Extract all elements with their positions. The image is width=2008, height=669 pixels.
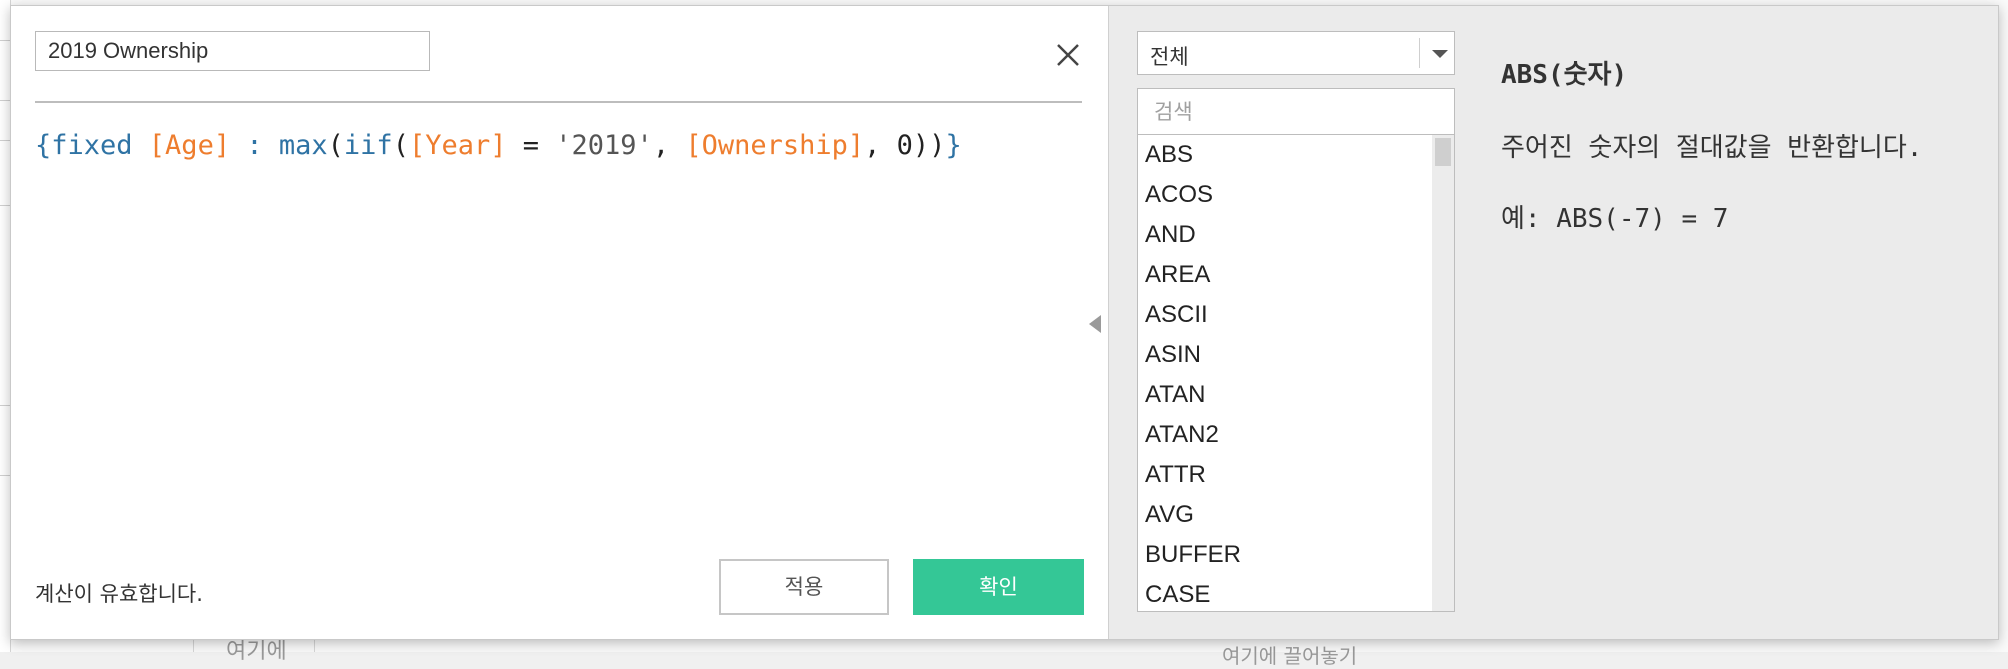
triangle-left-icon[interactable]	[1089, 315, 1101, 333]
function-description-body: 주어진 숫자의 절대값을 반환합니다.	[1501, 133, 1923, 163]
background-divider	[0, 405, 10, 406]
formula-token: }	[945, 130, 962, 161]
function-list-item[interactable]: ATAN2	[1145, 415, 1219, 455]
function-list-item[interactable]: BUFFER	[1145, 535, 1241, 575]
background-divider	[0, 140, 10, 141]
background-text: 여기에 끌어놓기	[1222, 644, 1358, 668]
calculation-editor-dialog: 2019 Ownership {fixed [Age] : max(iif([Y…	[10, 5, 1999, 640]
formula-token: [Ownership]	[685, 130, 865, 161]
status-message: 계산이 유효합니다.	[35, 582, 203, 606]
function-list-item[interactable]: AND	[1145, 215, 1196, 255]
formula-token: [Year]	[408, 130, 507, 161]
chevron-down-icon[interactable]	[1432, 50, 1448, 58]
formula-token: iif	[343, 130, 393, 161]
formula-token: =	[506, 130, 556, 161]
calculation-name-field[interactable]: 2019 Ownership	[35, 31, 430, 71]
close-icon[interactable]	[1054, 41, 1082, 69]
function-list-item[interactable]: ATTR	[1145, 455, 1206, 495]
formula-token: ,	[652, 130, 686, 161]
background-divider	[0, 205, 10, 206]
function-search-input[interactable]	[1137, 88, 1455, 135]
function-list[interactable]: ABS ACOS AND AREA ASCII ASIN ATAN ATAN2 ATTR AVG B…	[1137, 135, 1455, 612]
function-list-item[interactable]: AREA	[1145, 255, 1210, 295]
function-list-item[interactable]: CASE	[1145, 575, 1210, 611]
formula-token: :	[230, 130, 279, 161]
list-scrollbar[interactable]	[1432, 135, 1454, 611]
formula-token: (	[327, 130, 344, 161]
function-list-item[interactable]: ASIN	[1145, 335, 1201, 375]
scrollbar-thumb[interactable]	[1435, 138, 1451, 166]
function-list-item[interactable]: ATAN	[1145, 375, 1205, 415]
function-list-item[interactable]: AVG	[1145, 495, 1194, 535]
formula-pane: 2019 Ownership {fixed [Age] : max(iif([Y…	[11, 6, 1109, 639]
apply-button[interactable]: 적용	[719, 559, 889, 615]
category-select-value: 전체	[1150, 45, 1189, 69]
function-description-example: 예: ABS(-7) = 7	[1501, 204, 1729, 234]
select-separator	[1419, 38, 1420, 68]
background-divider	[0, 40, 10, 41]
formula-token: [Age]	[148, 130, 231, 161]
formula-token: max	[278, 130, 328, 161]
ok-button[interactable]: 확인	[913, 559, 1084, 615]
function-list-item[interactable]: ABS	[1145, 135, 1193, 175]
formula-token: (	[392, 130, 409, 161]
function-reference-pane: 전체 ABSACOSANDAREAASCIIASINATANATAN2ATTRA…	[1109, 6, 1998, 639]
formula-token: , 0))	[864, 130, 946, 161]
function-list-item[interactable]: ASCII	[1145, 295, 1208, 335]
function-list-item[interactable]: ACOS	[1145, 175, 1213, 215]
formula-editor[interactable]: {fixed [Age] : max(iif([Year] = '2019', …	[35, 128, 962, 164]
formula-token: '2019'	[555, 130, 653, 161]
function-description-title: ABS(숫자)	[1501, 60, 1628, 90]
background-divider	[0, 475, 10, 476]
header-divider	[35, 101, 1082, 103]
function-category-select[interactable]: 전체	[1137, 31, 1455, 75]
formula-token: {fixed	[35, 130, 149, 161]
background-divider	[0, 100, 10, 101]
